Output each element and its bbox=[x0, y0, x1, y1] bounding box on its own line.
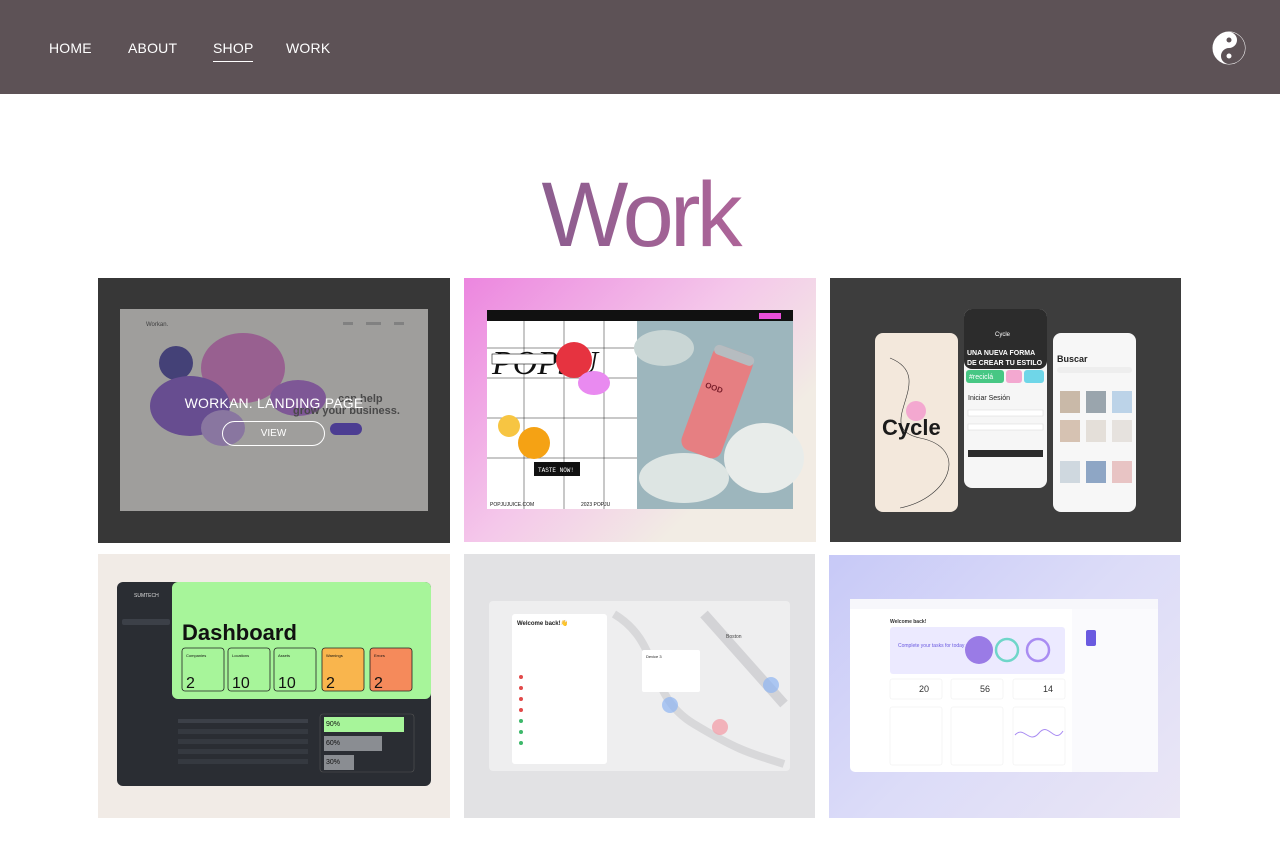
project-card-tasks[interactable]: Welcome back! Complete your tasks for to… bbox=[829, 555, 1180, 818]
svg-text:DE CREAR TU ESTILO: DE CREAR TU ESTILO bbox=[967, 360, 1043, 367]
svg-text:90%: 90% bbox=[326, 721, 340, 728]
svg-text:Buscar: Buscar bbox=[1057, 354, 1088, 364]
svg-text:Warnings: Warnings bbox=[326, 653, 343, 658]
tasks-preview-image: Welcome back! Complete your tasks for to… bbox=[850, 599, 1158, 772]
popju-preview-image: POPJU TASTE NOW! POPJUJUICE.COM 2023 POP… bbox=[487, 310, 804, 509]
svg-text:Welcome back!👋: Welcome back!👋 bbox=[517, 619, 568, 627]
svg-text:Complete your tasks for today: Complete your tasks for today bbox=[898, 643, 965, 649]
svg-text:2: 2 bbox=[186, 675, 195, 692]
top-navbar: HOME ABOUT SHOP WORK bbox=[0, 0, 1280, 94]
svg-text:56: 56 bbox=[980, 684, 990, 694]
svg-text:Device 3: Device 3 bbox=[646, 654, 662, 659]
svg-text:SUMTECH: SUMTECH bbox=[134, 593, 159, 599]
svg-text:Companies: Companies bbox=[186, 653, 206, 658]
view-button[interactable]: VIEW bbox=[222, 421, 325, 446]
svg-text:Boston: Boston bbox=[726, 634, 742, 640]
svg-text:Iniciar Sesión: Iniciar Sesión bbox=[968, 395, 1010, 402]
svg-text:10: 10 bbox=[278, 675, 296, 692]
svg-text:2: 2 bbox=[326, 675, 335, 692]
svg-text:Errors: Errors bbox=[374, 653, 385, 658]
map-preview-image: Welcome back!👋 Device 3 Boston bbox=[489, 601, 790, 771]
svg-text:2023 POPJU: 2023 POPJU bbox=[581, 502, 611, 508]
project-card-cycle[interactable]: Cycle Cycle UNA NUEVA FORMA DE CREAR TU … bbox=[830, 278, 1181, 542]
nav-work-link[interactable]: WORK bbox=[286, 40, 330, 56]
svg-text:Cycle: Cycle bbox=[882, 415, 941, 440]
project-card-map[interactable]: Welcome back!👋 Device 3 Boston bbox=[464, 554, 815, 818]
page-title: Work bbox=[0, 160, 1280, 270]
yin-yang-icon[interactable] bbox=[1212, 31, 1246, 65]
project-card-dashboard[interactable]: SUMTECH Dashboard Companies Locations As… bbox=[98, 554, 450, 818]
svg-text:60%: 60% bbox=[326, 740, 340, 747]
svg-text:2: 2 bbox=[374, 675, 383, 692]
svg-text:UNA NUEVA FORMA: UNA NUEVA FORMA bbox=[967, 350, 1035, 357]
svg-text:Locations: Locations bbox=[232, 653, 249, 658]
svg-text:Assets: Assets bbox=[278, 653, 290, 658]
svg-text:20: 20 bbox=[919, 684, 929, 694]
svg-text:TASTE NOW!: TASTE NOW! bbox=[538, 467, 574, 474]
svg-text:30%: 30% bbox=[326, 759, 340, 766]
nav-shop-link[interactable]: SHOP bbox=[213, 40, 254, 62]
project-card-popju[interactable]: POPJU TASTE NOW! POPJUJUICE.COM 2023 POP… bbox=[464, 278, 816, 542]
svg-text:POPJUJUICE.COM: POPJUJUICE.COM bbox=[490, 502, 534, 508]
svg-text:#reciclá: #reciclá bbox=[969, 374, 993, 381]
nav-home-link[interactable]: HOME bbox=[49, 40, 92, 56]
svg-text:Cycle: Cycle bbox=[995, 332, 1011, 338]
svg-text:Welcome back!: Welcome back! bbox=[890, 619, 927, 625]
cycle-preview-image: Cycle Cycle UNA NUEVA FORMA DE CREAR TU … bbox=[875, 309, 1136, 512]
svg-text:Dashboard: Dashboard bbox=[182, 620, 297, 645]
card-title: WORKAN. LANDING PAGE bbox=[184, 395, 364, 411]
svg-text:10: 10 bbox=[232, 675, 250, 692]
dashboard-preview-image: SUMTECH Dashboard Companies Locations As… bbox=[117, 582, 431, 786]
nav-about-link[interactable]: ABOUT bbox=[128, 40, 177, 56]
project-card-workan[interactable]: Workan. can help grow your business. WOR… bbox=[98, 278, 450, 543]
svg-text:14: 14 bbox=[1043, 684, 1053, 694]
